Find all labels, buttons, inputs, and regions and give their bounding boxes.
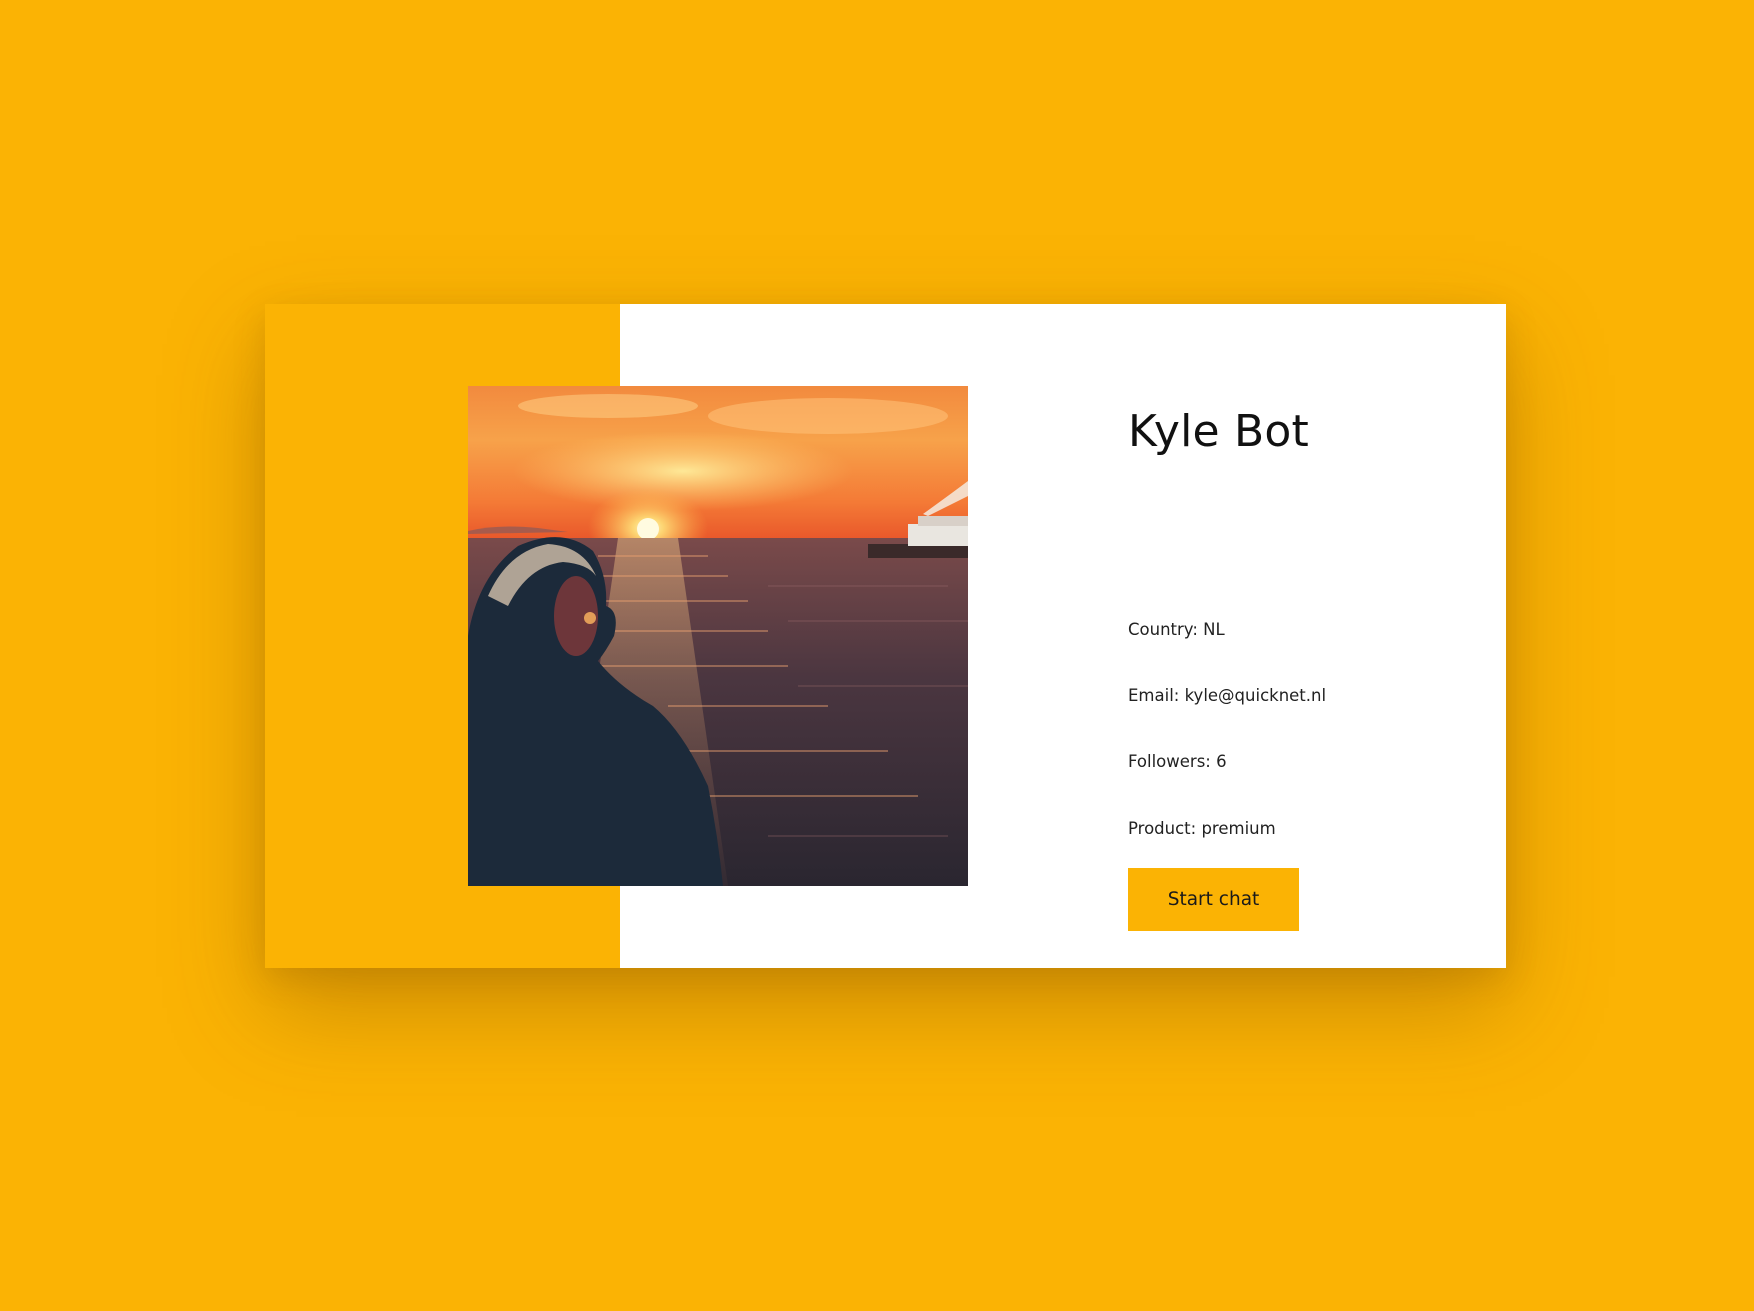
profile-photo xyxy=(468,386,968,886)
profile-email: Email: kyle@quicknet.nl xyxy=(1128,686,1327,705)
profile-product: Product: premium xyxy=(1128,819,1276,838)
profile-card: Kyle Bot Country: NL Email: kyle@quickne… xyxy=(265,304,1506,968)
profile-country: Country: NL xyxy=(1128,620,1225,639)
profile-followers: Followers: 6 xyxy=(1128,752,1227,771)
profile-name: Kyle Bot xyxy=(1128,406,1309,457)
start-chat-button[interactable]: Start chat xyxy=(1128,868,1299,931)
profile-info: Kyle Bot Country: NL Email: kyle@quickne… xyxy=(1128,304,1488,968)
